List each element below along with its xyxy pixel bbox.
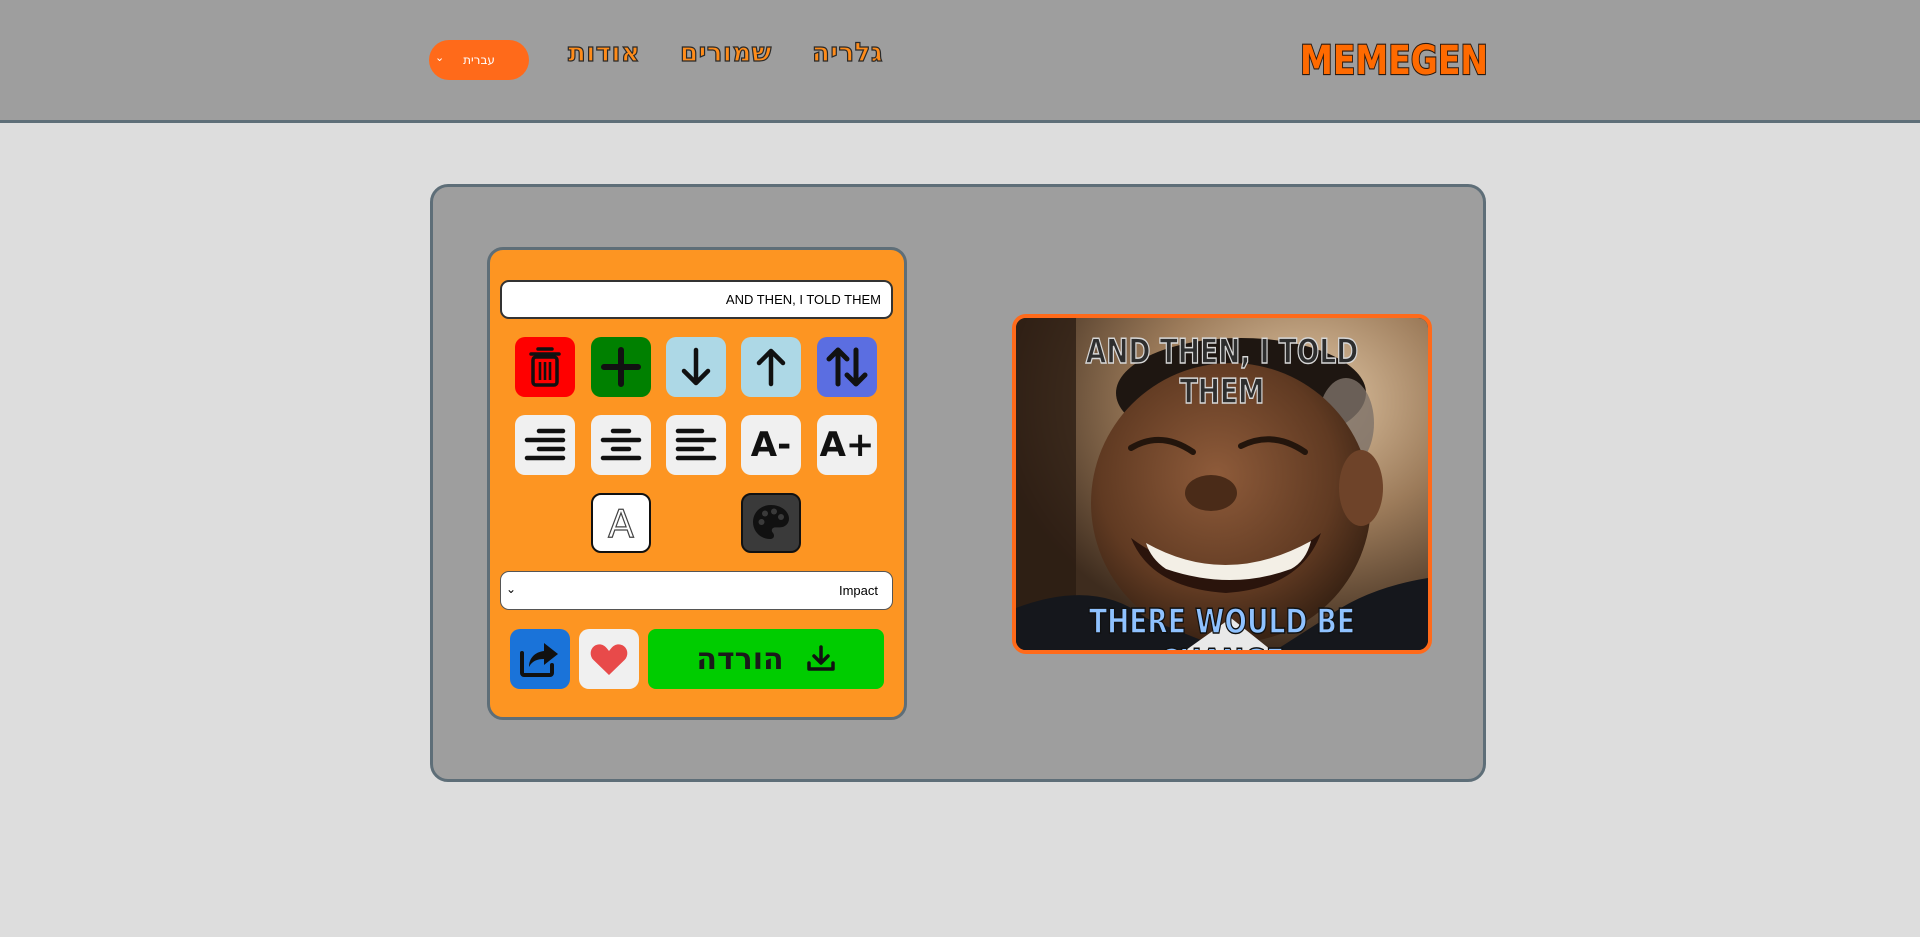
nav-saved-link[interactable]: שמורים [679, 37, 772, 68]
add-line-button[interactable] [591, 337, 651, 397]
outline-letter: A [608, 503, 634, 543]
language-select[interactable]: ⌄ עברית [429, 40, 529, 80]
chevron-down-icon: ⌄ [506, 582, 517, 596]
align-left-button[interactable] [666, 415, 726, 475]
arrow-down-icon [681, 347, 711, 386]
nav-gallery-link[interactable]: גלריה [811, 37, 883, 68]
align-right-icon [524, 428, 566, 461]
plus-icon [601, 347, 641, 387]
palette-icon [753, 505, 789, 539]
font-family-value: Impact [838, 583, 878, 598]
download-button[interactable]: הורדה [648, 629, 884, 689]
save-to-favorites-button[interactable] [579, 629, 639, 689]
move-line-down-button[interactable] [666, 337, 726, 397]
trash-icon [529, 347, 561, 387]
font-decrease-label: A- [750, 425, 792, 465]
logo-text: MEMEGEN [1300, 38, 1488, 82]
share-icon [520, 643, 558, 677]
font-increase-label: A+ [819, 425, 875, 465]
font-size-decrease-button[interactable]: A- [741, 415, 801, 475]
nav-about-link[interactable]: אודות [567, 37, 640, 68]
outline-letter-icon: A [607, 503, 634, 543]
align-left-icon [675, 428, 717, 461]
align-center-icon [600, 428, 642, 461]
language-value: עברית [463, 53, 495, 67]
meme-top-text[interactable]: AND THEN, I TOLD THEM [1061, 331, 1382, 413]
move-line-up-button[interactable] [741, 337, 801, 397]
heart-icon [590, 644, 628, 675]
switch-line-button[interactable] [817, 337, 877, 397]
meme-bottom-text[interactable]: THERE WOULD BE CHANGE [1061, 601, 1382, 650]
swap-vertical-icon [826, 347, 868, 387]
memegen-logo[interactable]: MEMEGEN [1298, 36, 1491, 82]
font-family-select[interactable]: ⌄ Impact [500, 571, 893, 610]
align-right-button[interactable] [515, 415, 575, 475]
share-button[interactable] [510, 629, 570, 689]
align-center-button[interactable] [591, 415, 651, 475]
arrow-up-icon [756, 348, 786, 387]
meme-text-input[interactable] [500, 280, 893, 319]
delete-line-button[interactable] [515, 337, 575, 397]
fill-color-button[interactable] [741, 493, 801, 553]
stroke-color-button[interactable]: A [591, 493, 651, 553]
font-size-increase-button[interactable]: A+ [817, 415, 877, 475]
download-icon [806, 645, 835, 671]
top-header [0, 0, 1920, 123]
chevron-down-icon: ⌄ [435, 51, 445, 64]
download-label: הורדה [696, 641, 784, 677]
meme-preview-canvas[interactable]: AND THEN, I TOLD THEM THERE WOULD BE CHA… [1012, 314, 1432, 654]
